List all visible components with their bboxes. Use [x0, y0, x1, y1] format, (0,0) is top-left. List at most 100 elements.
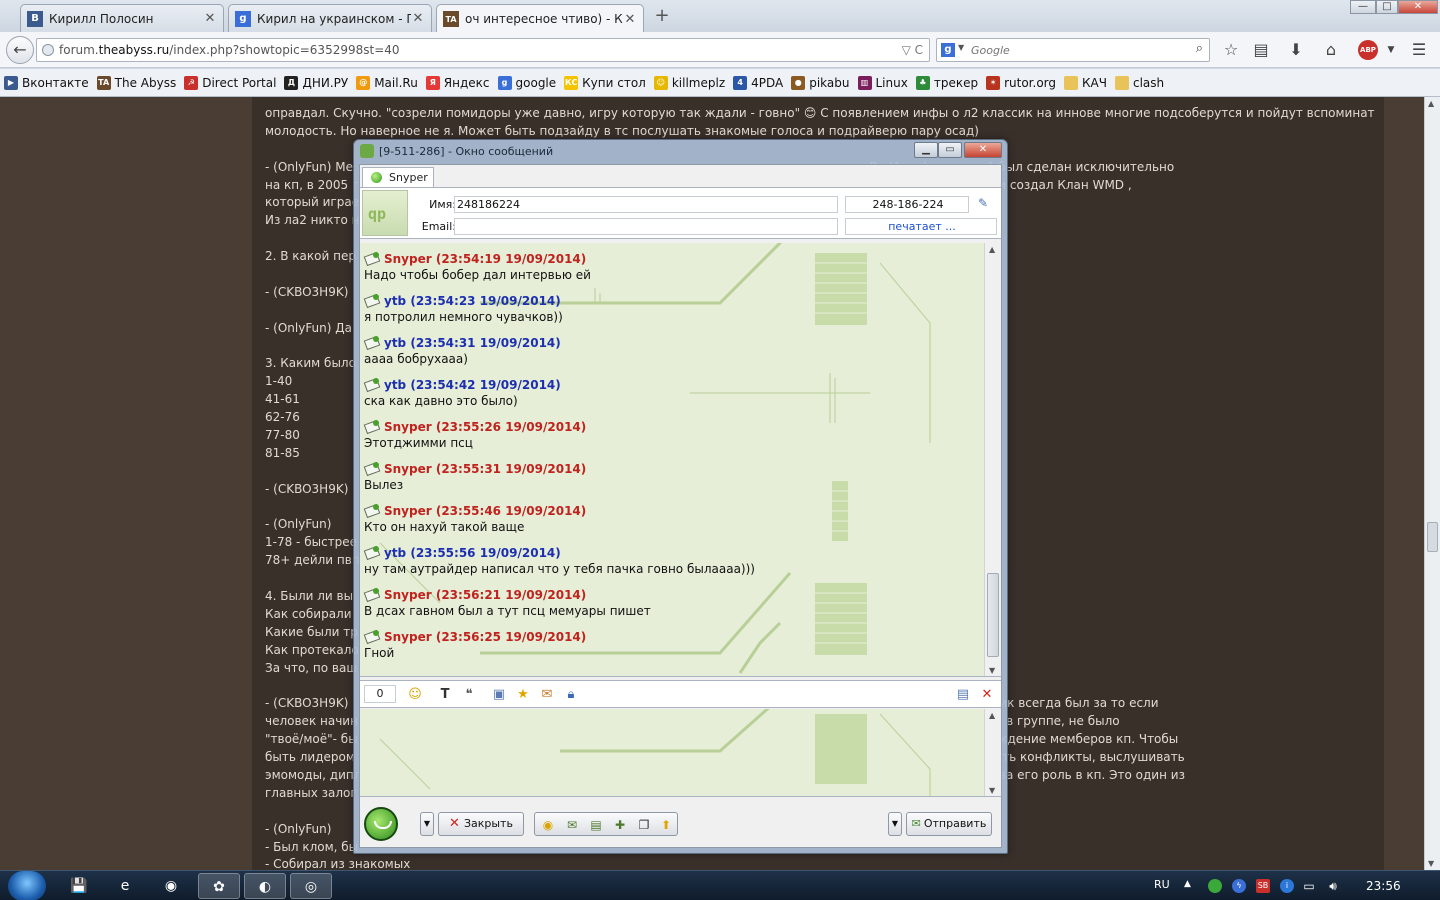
window-maximize-button[interactable]: □: [1376, 0, 1398, 14]
history-icon[interactable]: ✉: [538, 686, 556, 704]
tab-vkontakte[interactable]: В Кирилл Полосин ✕: [20, 4, 224, 32]
contact-card-icon[interactable]: ✎: [978, 196, 988, 210]
adblock-dropdown-icon[interactable]: ▼: [1380, 40, 1402, 60]
tray-info-icon[interactable]: i: [1280, 879, 1294, 893]
adblock-icon[interactable]: ABP: [1358, 40, 1378, 60]
tray-bolt-icon[interactable]: ϟ: [1232, 879, 1246, 893]
bookmark-2[interactable]: ☭ Direct Portal: [184, 75, 276, 90]
uin-field[interactable]: 248-186-224: [845, 196, 969, 213]
search-box[interactable]: g ▼ ⌕: [936, 38, 1210, 62]
transfer-icon[interactable]: ✚: [611, 816, 629, 834]
bookmark-0[interactable]: ▶ Вконтакте: [4, 75, 89, 90]
language-indicator[interactable]: RU: [1154, 878, 1170, 891]
tray-sb-icon[interactable]: SB: [1256, 879, 1270, 893]
chat-history[interactable]: Snyper (23:54:19 19/09/2014) Надо чтобы б…: [360, 243, 1001, 677]
back-button[interactable]: ←: [6, 36, 34, 64]
scroll-up-icon[interactable]: ▲: [1428, 99, 1434, 108]
taskbar-app-firefox-icon[interactable]: ◐: [244, 873, 286, 899]
quote-icon[interactable]: ❝: [460, 686, 478, 704]
chat-scroll-thumb[interactable]: [987, 573, 999, 657]
message-input[interactable]: [360, 709, 984, 796]
messenger-close-button[interactable]: ✕: [964, 142, 1002, 158]
chat-scrollbar[interactable]: ▲ ▼: [984, 243, 1001, 676]
message-time: (23:54:31 19/09/2014): [410, 336, 561, 350]
tab-close-icon[interactable]: ✕: [203, 11, 217, 26]
search-input[interactable]: [971, 41, 1185, 59]
bookmark-10[interactable]: ● pikabu: [791, 75, 850, 90]
bookmark-12[interactable]: ♣ трекер: [915, 75, 979, 90]
lock-icon[interactable]: 🔒︎: [562, 686, 580, 704]
copy-icon[interactable]: ❐: [635, 816, 653, 834]
favorite-icon[interactable]: ★: [514, 686, 532, 704]
close-button[interactable]: ✕ Закрыть: [438, 812, 524, 836]
bookmark-4[interactable]: @ Mail.Ru: [356, 75, 418, 90]
google-engine-icon[interactable]: g: [941, 43, 955, 57]
file-icon[interactable]: ▣: [490, 686, 508, 704]
bookmark-9[interactable]: 4 4PDA: [733, 75, 783, 90]
send-options-dropdown-icon[interactable]: ▼: [888, 812, 902, 836]
bookmark-1[interactable]: TA The Abyss: [96, 75, 176, 90]
scroll-up-icon[interactable]: ▲: [989, 711, 995, 720]
star-icon[interactable]: ☆: [1220, 40, 1242, 60]
window-close-button[interactable]: ✕: [1398, 0, 1438, 14]
bookmark-8[interactable]: ☺ killmeplz: [653, 75, 725, 90]
taskbar-app-qip-icon[interactable]: ✿: [198, 873, 240, 899]
tab-close-icon[interactable]: ✕: [411, 11, 425, 26]
search-icon[interactable]: ⌕: [1196, 41, 1203, 56]
page-scroll-thumb[interactable]: [1427, 522, 1438, 552]
scroll-down-icon[interactable]: ▼: [989, 666, 995, 675]
tab-forum-active[interactable]: TA оч интересное чтиво) - Кон... ✕: [436, 4, 644, 33]
messenger-maximize-button[interactable]: ▭: [938, 142, 962, 158]
name-field[interactable]: 248186224: [454, 196, 838, 213]
address-bar[interactable]: forum.theabyss.ru/index.php?showtopic=63…: [36, 38, 930, 62]
download-icon[interactable]: ⬇: [1285, 40, 1307, 60]
tab-close-icon[interactable]: ✕: [623, 12, 637, 27]
contact-tab-snyper[interactable]: Snyper: [362, 167, 434, 187]
contact-icon[interactable]: ✉: [563, 816, 581, 834]
close-options-dropdown-icon[interactable]: ▼: [420, 812, 434, 836]
bookmark-label: трекер: [933, 75, 979, 90]
chat-icon[interactable]: ◉: [539, 816, 557, 834]
tray-volume-icon[interactable]: 🔊︎: [1326, 879, 1340, 893]
qip-status-icon[interactable]: [364, 807, 398, 841]
taskbar-app-ie-icon[interactable]: e: [104, 873, 146, 899]
clock[interactable]: 23:56: [1366, 879, 1401, 893]
home-icon[interactable]: ⌂: [1320, 40, 1342, 60]
input-scrollbar[interactable]: ▲ ▼: [984, 709, 1001, 796]
scroll-down-icon[interactable]: ▼: [1428, 859, 1434, 868]
tray-network-icon[interactable]: ▭: [1302, 879, 1316, 893]
taskbar-app-storage-icon[interactable]: 💾: [58, 873, 100, 899]
send-button[interactable]: ✉ Отправить: [906, 812, 992, 836]
scroll-up-icon[interactable]: ▲: [989, 245, 995, 254]
engine-dropdown-icon[interactable]: ▼: [958, 43, 964, 52]
messenger-minimize-button[interactable]: ▁: [914, 142, 938, 158]
font-icon[interactable]: T: [436, 686, 454, 704]
tab-google-search[interactable]: g Кирил на украинском - Поис... ✕: [228, 4, 432, 32]
window-minimize-button[interactable]: —: [1350, 0, 1376, 14]
bookmark-11[interactable]: ▥ Linux: [857, 75, 908, 90]
upload-icon[interactable]: ⬆: [657, 816, 675, 834]
smiley-icon[interactable]: ☺: [406, 686, 424, 704]
tray-qip-icon[interactable]: [1208, 879, 1222, 893]
scroll-down-icon[interactable]: ▼: [989, 786, 995, 795]
close-tab-icon[interactable]: ✕: [978, 686, 996, 704]
bookmark-15[interactable]: clash: [1114, 75, 1164, 90]
bookmark-7[interactable]: КС Купи стол: [564, 75, 646, 90]
taskbar-app-chrome-icon[interactable]: ◉: [150, 873, 192, 899]
menu-icon[interactable]: ☰: [1408, 40, 1430, 60]
bookmark-13[interactable]: ✶ rutor.org: [986, 75, 1056, 90]
reload-icon[interactable]: ▽ C: [902, 39, 923, 61]
clear-text-icon[interactable]: ▤: [954, 686, 972, 704]
page-scrollbar[interactable]: ▲ ▼: [1424, 97, 1440, 870]
reading-list-icon[interactable]: ▤: [1250, 40, 1272, 60]
bookmark-5[interactable]: Я Яндекс: [425, 75, 490, 90]
tray-expand-icon[interactable]: ▲: [1184, 879, 1191, 889]
bookmark-6[interactable]: g google: [497, 75, 556, 90]
bookmark-3[interactable]: Д ДНИ.РУ: [284, 75, 348, 90]
taskbar-app-player-icon[interactable]: ◎: [290, 873, 332, 899]
new-tab-button[interactable]: +: [652, 6, 672, 26]
email-field[interactable]: [454, 218, 838, 235]
start-button[interactable]: [8, 871, 46, 900]
bookmark-14[interactable]: КАЧ: [1064, 75, 1107, 90]
notes-icon[interactable]: ▤: [587, 816, 605, 834]
